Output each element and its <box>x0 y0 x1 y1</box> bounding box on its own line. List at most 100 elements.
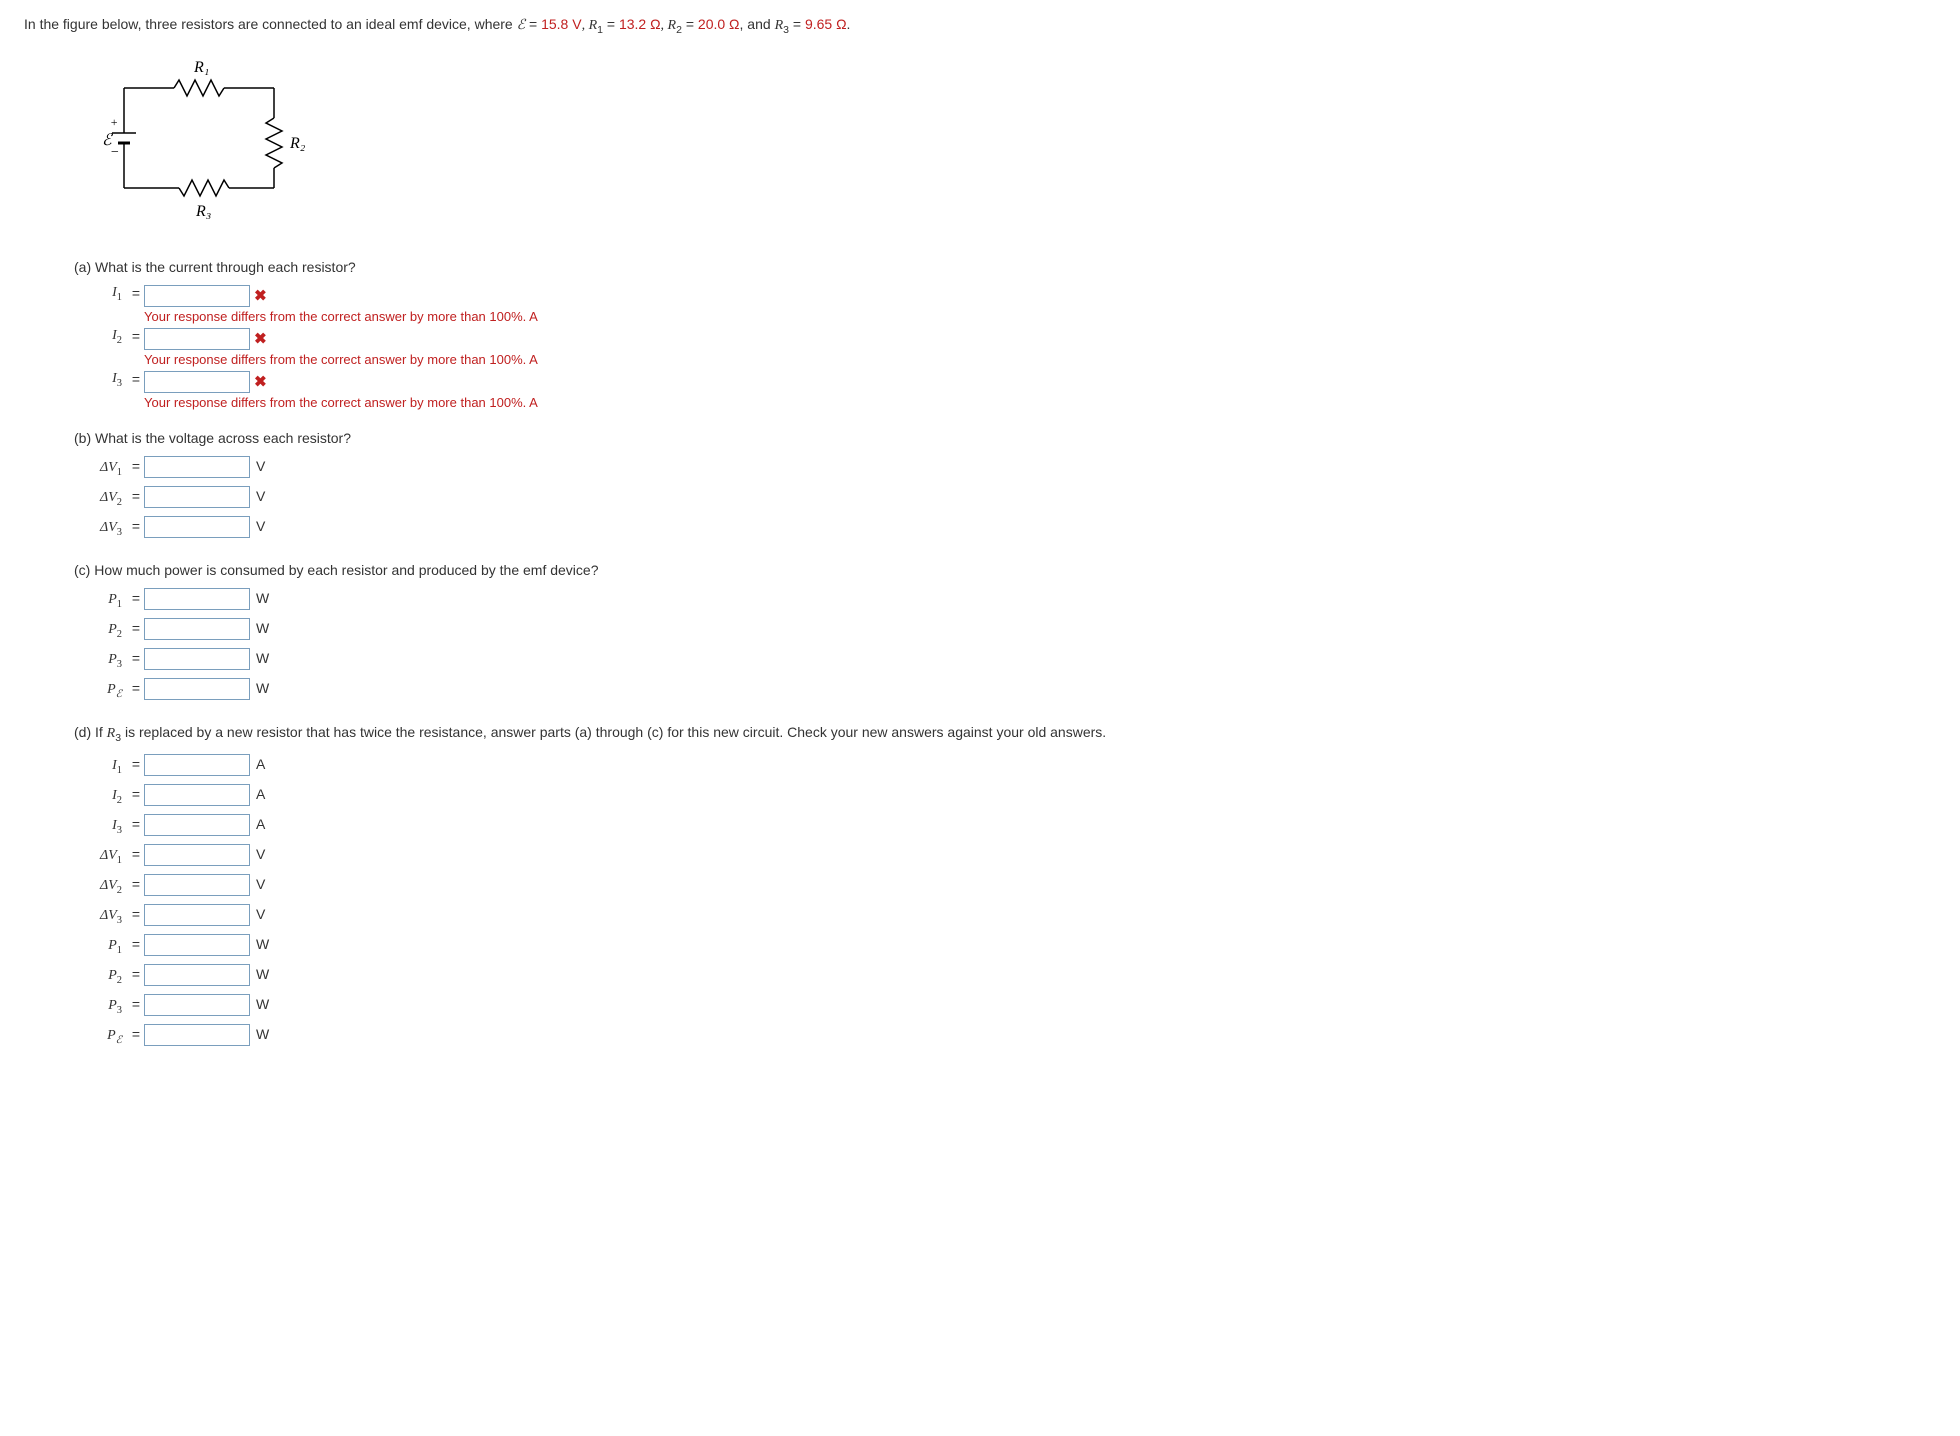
answer-row: P3=W <box>74 994 1936 1020</box>
answer-row: ΔV1= V <box>74 456 1936 482</box>
unit-label: W <box>256 590 269 606</box>
answer-row: I1=A <box>74 754 1936 780</box>
answer-row: P1=W <box>74 934 1936 960</box>
answer-row: Pℰ= W <box>74 678 1936 704</box>
unit-label: W <box>256 996 269 1012</box>
equals-sign: = <box>128 328 144 344</box>
part-b-input-0[interactable] <box>144 456 250 478</box>
answer-row: ΔV2= V <box>74 874 1936 900</box>
answer-row: I2= A <box>74 784 1936 810</box>
var-label: P2 <box>74 622 128 640</box>
var-label: P2 <box>74 968 128 986</box>
part-d-input-2[interactable] <box>144 814 250 836</box>
wrong-icon: ✖ <box>250 373 267 390</box>
circuit-figure: R₁ R₂ R₃ ℰ + − <box>74 48 1936 231</box>
equals-sign: = <box>128 458 144 474</box>
equals-sign: = <box>128 371 144 387</box>
var-label: ΔV1 <box>74 460 128 478</box>
part-c-input-3[interactable] <box>144 678 250 700</box>
var-label: I3 <box>74 818 128 836</box>
unit-label: A <box>256 756 265 772</box>
part-b-heading: (b) What is the voltage across each resi… <box>74 430 1936 446</box>
unit-label: W <box>256 966 269 982</box>
answer-row: P2= W <box>74 964 1936 990</box>
answer-row: ΔV1= V <box>74 844 1936 870</box>
part-c: (c) How much power is consumed by each r… <box>74 562 1936 704</box>
part-d-input-7[interactable] <box>144 964 250 986</box>
equals-sign: = <box>128 620 144 636</box>
var-label: P3 <box>74 998 128 1016</box>
var-label: P1 <box>74 592 128 610</box>
emf-var: ℰ <box>517 18 525 33</box>
unit-label: A <box>256 786 265 802</box>
answer-row: Pℰ=W <box>74 1024 1936 1050</box>
equals-sign: = <box>128 816 144 832</box>
part-b: (b) What is the voltage across each resi… <box>74 430 1936 542</box>
part-a: (a) What is the current through each res… <box>74 259 1936 410</box>
part-d-input-3[interactable] <box>144 844 250 866</box>
equals-sign: = <box>128 936 144 952</box>
part-c-input-2[interactable] <box>144 648 250 670</box>
part-d-input-1[interactable] <box>144 784 250 806</box>
equals-sign: = <box>128 488 144 504</box>
var-label: I3 <box>74 371 128 389</box>
part-a-input-0[interactable] <box>144 285 250 307</box>
part-d-input-8[interactable] <box>144 994 250 1016</box>
var-label: I1 <box>74 758 128 776</box>
unit-label: W <box>256 680 269 696</box>
part-a-input-2[interactable] <box>144 371 250 393</box>
equals-sign: = <box>128 876 144 892</box>
part-b-input-2[interactable] <box>144 516 250 538</box>
problem-statement: In the figure below, three resistors are… <box>24 16 1936 36</box>
r1-value: 13.2 Ω <box>619 16 661 32</box>
var-label: ΔV3 <box>74 520 128 538</box>
part-a-heading: (a) What is the current through each res… <box>74 259 1936 275</box>
unit-label: V <box>256 846 265 862</box>
feedback-text: Your response differs from the correct a… <box>144 309 538 324</box>
answer-row: ΔV3=V <box>74 904 1936 930</box>
unit-label: V <box>256 458 265 474</box>
unit-label: W <box>256 650 269 666</box>
answer-row: ΔV3= V <box>74 516 1936 542</box>
part-a-input-1[interactable] <box>144 328 250 350</box>
unit-label: W <box>256 620 269 636</box>
part-d-input-6[interactable] <box>144 934 250 956</box>
answer-row: P1= W <box>74 588 1936 614</box>
unit-label: V <box>256 876 265 892</box>
answer-row: P3= W <box>74 648 1936 674</box>
part-c-rows: P1=WP2=WP3=WPℰ=W <box>74 588 1936 704</box>
equals-sign: = <box>128 966 144 982</box>
var-label: ΔV2 <box>74 878 128 896</box>
var-label: I1 <box>74 285 128 303</box>
part-b-input-1[interactable] <box>144 486 250 508</box>
part-a-rows: I1= ✖Your response differs from the corr… <box>74 285 1936 410</box>
var-label: Pℰ <box>74 1028 128 1046</box>
part-d-input-5[interactable] <box>144 904 250 926</box>
feedback-text: Your response differs from the correct a… <box>144 352 538 367</box>
var-label: P3 <box>74 652 128 670</box>
unit-label: V <box>256 518 265 534</box>
var-label: Pℰ <box>74 682 128 700</box>
unit-label: W <box>256 1026 269 1042</box>
part-d-input-0[interactable] <box>144 754 250 776</box>
equals-sign: = <box>128 846 144 862</box>
equals-sign: = <box>128 786 144 802</box>
part-d-input-9[interactable] <box>144 1024 250 1046</box>
equals-sign: = <box>128 590 144 606</box>
feedback-text: Your response differs from the correct a… <box>144 395 538 410</box>
equals-sign: = <box>128 285 144 301</box>
equals-sign: = <box>128 650 144 666</box>
unit-label: W <box>256 936 269 952</box>
var-label: I2 <box>74 788 128 806</box>
part-c-input-0[interactable] <box>144 588 250 610</box>
equals-sign: = <box>128 518 144 534</box>
equals-sign: = <box>128 680 144 696</box>
r2-value: 20.0 Ω <box>698 16 740 32</box>
var-label: ΔV1 <box>74 848 128 866</box>
part-c-input-1[interactable] <box>144 618 250 640</box>
intro-text: In the figure below, three resistors are… <box>24 16 517 32</box>
part-d-input-4[interactable] <box>144 874 250 896</box>
part-c-heading: (c) How much power is consumed by each r… <box>74 562 1936 578</box>
answer-row: I1= ✖Your response differs from the corr… <box>74 285 1936 324</box>
minus-sign: − <box>110 145 119 160</box>
